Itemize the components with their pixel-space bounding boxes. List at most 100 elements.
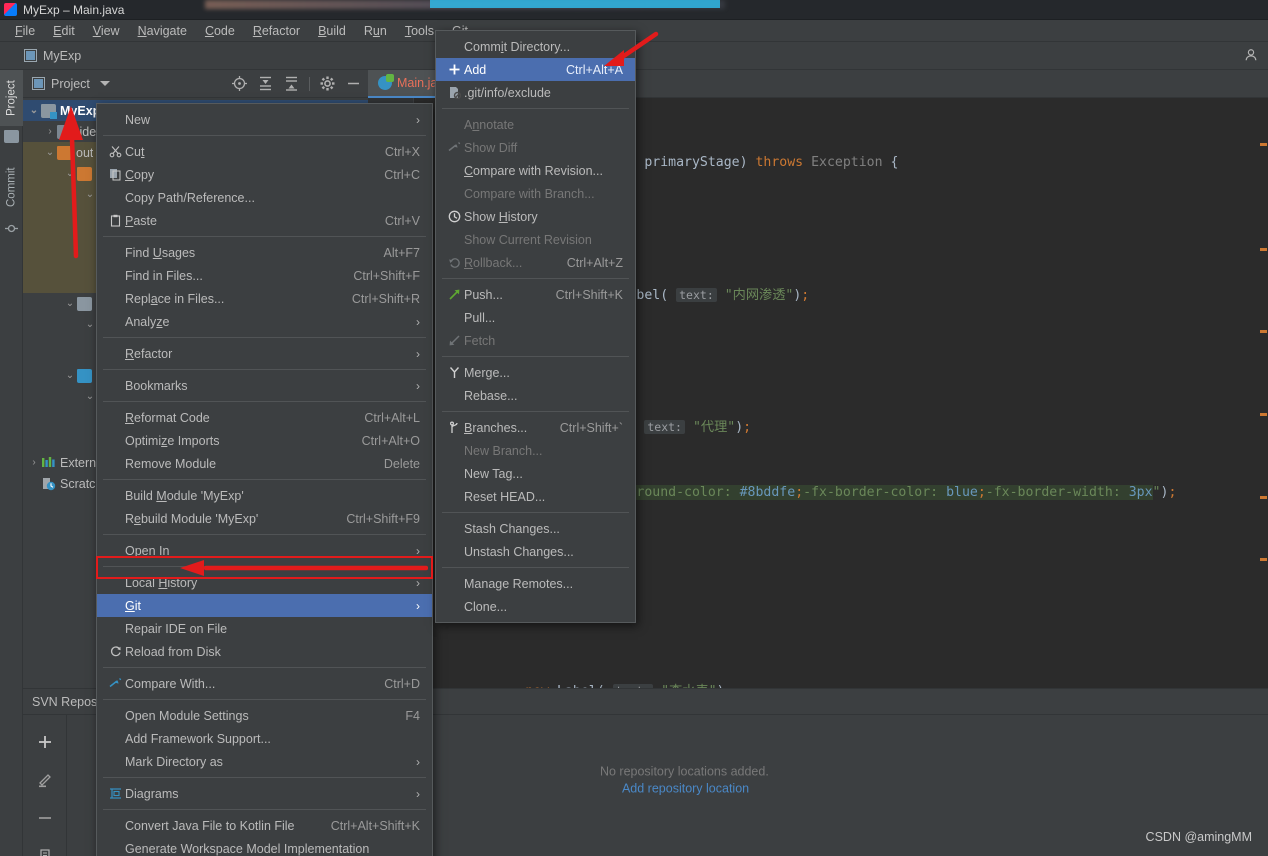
chevron-down-icon[interactable]: ⌄ (83, 319, 97, 330)
menu-separator (103, 401, 426, 402)
out-folder-icon (77, 166, 92, 181)
menu-build[interactable]: Build (309, 22, 355, 40)
menu-item-open-module-settings[interactable]: Open Module Settings F4 (97, 704, 432, 727)
git-menu-item-rebase[interactable]: Rebase... (436, 384, 635, 407)
chevron-down-icon[interactable]: ⌄ (83, 189, 97, 200)
chevron-down-icon[interactable]: ⌄ (27, 105, 41, 116)
menu-item-compare-with[interactable]: Compare With... Ctrl+D (97, 672, 432, 695)
git-menu-item-fetch: Fetch (436, 329, 635, 352)
menu-item-label: New (125, 112, 151, 127)
menu-item-build-module[interactable]: Build Module 'MyExp' (97, 484, 432, 507)
menu-item-paste[interactable]: Paste Ctrl+V (97, 209, 432, 232)
menu-item-cut[interactable]: Cut Ctrl+X (97, 140, 432, 163)
chevron-down-icon[interactable]: ⌄ (63, 370, 77, 381)
svn-edit-button[interactable] (23, 761, 66, 799)
git-menu-item-unstash-changes[interactable]: Unstash Changes... (436, 540, 635, 563)
menu-item-bookmarks[interactable]: Bookmarks › (97, 374, 432, 397)
toolbar-separator (309, 76, 310, 91)
copy-icon (105, 168, 125, 181)
editor-scrollbar[interactable] (1258, 98, 1268, 688)
chevron-down-icon[interactable]: ⌄ (43, 147, 57, 158)
settings-gear-icon[interactable] (319, 75, 336, 92)
menu-item-add-framework-support[interactable]: Add Framework Support... (97, 727, 432, 750)
menu-code[interactable]: Code (196, 22, 244, 40)
menu-item-replace-in-files[interactable]: Replace in Files... Ctrl+Shift+R (97, 287, 432, 310)
menu-item-label: Repair IDE on File (125, 621, 228, 636)
git-menu-item-new-tag[interactable]: New Tag... (436, 462, 635, 485)
git-menu-item-reset-head[interactable]: Reset HEAD... (436, 485, 635, 508)
menu-edit[interactable]: Edit (44, 22, 84, 40)
breadcrumb-project[interactable]: MyExp (43, 49, 81, 63)
menu-item-copy-path-reference[interactable]: Copy Path/Reference... (97, 186, 432, 209)
menu-refactor[interactable]: Refactor (244, 22, 309, 40)
menu-item-refactor[interactable]: Refactor › (97, 342, 432, 365)
menu-item-copy[interactable]: Copy Ctrl+C (97, 163, 432, 186)
account-icon[interactable] (1244, 48, 1258, 62)
menu-item-analyze[interactable]: Analyze › (97, 310, 432, 333)
git-menu-item-commit-directory[interactable]: Commit Directory... (436, 35, 635, 58)
chevron-down-icon[interactable] (99, 81, 110, 86)
menu-view[interactable]: View (84, 22, 129, 40)
menu-file[interactable]: File (6, 22, 44, 40)
menu-separator (103, 369, 426, 370)
folder-icon (57, 124, 72, 139)
git-menu-item-merge[interactable]: Merge... (436, 361, 635, 384)
stripe-button-commit[interactable]: Commit (0, 156, 23, 218)
add-repository-location-link[interactable]: Add repository location (622, 781, 769, 795)
chevron-right-icon[interactable]: › (43, 126, 57, 137)
chevron-right-icon[interactable]: › (27, 457, 41, 468)
menu-item-find-usages[interactable]: Find Usages Alt+F7 (97, 241, 432, 264)
git-menu-item-pull[interactable]: Pull... (436, 306, 635, 329)
stripe-button-project[interactable]: Project (0, 70, 23, 126)
menu-item-generate-workspace-model[interactable]: Generate Workspace Model Implementation (97, 837, 432, 856)
expand-all-icon[interactable] (257, 75, 274, 92)
git-submenu[interactable]: Commit Directory... Add Ctrl+Alt+A .git/… (435, 30, 636, 623)
svn-remove-button[interactable] (23, 799, 66, 837)
locate-icon[interactable] (231, 75, 248, 92)
svn-add-button[interactable] (23, 723, 66, 761)
chevron-right-icon: › (416, 112, 420, 127)
menu-item-label: Rebase... (464, 388, 518, 403)
menu-item-rebuild-module[interactable]: Rebuild Module 'MyExp' Ctrl+Shift+F9 (97, 507, 432, 530)
menu-item-reformat-code[interactable]: Reformat Code Ctrl+Alt+L (97, 406, 432, 429)
menu-item-mark-directory-as[interactable]: Mark Directory as › (97, 750, 432, 773)
menu-item-shortcut: Ctrl+X (384, 144, 420, 159)
git-menu-item-stash-changes[interactable]: Stash Changes... (436, 517, 635, 540)
menu-navigate[interactable]: Navigate (129, 22, 196, 40)
menu-item-diagrams[interactable]: Diagrams › (97, 782, 432, 805)
chevron-down-icon[interactable]: ⌄ (83, 391, 97, 402)
out-folder-icon (57, 145, 72, 160)
chevron-right-icon: › (416, 378, 420, 393)
chevron-down-icon[interactable]: ⌄ (63, 298, 77, 309)
git-menu-item-clone[interactable]: Clone... (436, 595, 635, 618)
menu-item-reload-from-disk[interactable]: Reload from Disk (97, 640, 432, 663)
module-icon (41, 103, 57, 119)
chevron-down-icon[interactable]: ⌄ (63, 168, 77, 179)
menu-item-new[interactable]: New › (97, 108, 432, 131)
collapse-all-icon[interactable] (283, 75, 300, 92)
git-menu-item-git-info-exclude[interactable]: .git/info/exclude (436, 81, 635, 104)
menu-item-optimize-imports[interactable]: Optimize Imports Ctrl+Alt+O (97, 429, 432, 452)
git-menu-item-branches[interactable]: Branches... Ctrl+Shift+` (436, 416, 635, 439)
git-menu-item-show-history[interactable]: Show History (436, 205, 635, 228)
git-menu-item-add[interactable]: Add Ctrl+Alt+A (436, 58, 635, 81)
git-menu-item-compare-with-revision[interactable]: Compare with Revision... (436, 159, 635, 182)
git-menu-item-show-current-revision: Show Current Revision (436, 228, 635, 251)
git-menu-item-manage-remotes[interactable]: Manage Remotes... (436, 572, 635, 595)
svn-copy-button[interactable] (23, 837, 66, 856)
menu-item-repair-ide-on-file[interactable]: Repair IDE on File (97, 617, 432, 640)
menu-item-remove-module[interactable]: Remove Module Delete (97, 452, 432, 475)
menu-item-shortcut: Ctrl+Shift+R (351, 291, 420, 306)
git-menu-item-push[interactable]: Push... Ctrl+Shift+K (436, 283, 635, 306)
menu-run[interactable]: Run (355, 22, 396, 40)
hide-panel-icon[interactable] (345, 75, 362, 92)
menu-item-label: Refactor (125, 346, 173, 361)
menu-item-convert-java-to-kotlin[interactable]: Convert Java File to Kotlin File Ctrl+Al… (97, 814, 432, 837)
chevron-right-icon: › (416, 754, 420, 769)
code-line: new Label( text: "查水表"); (414, 680, 1268, 688)
menu-item-label: Push... (464, 287, 503, 302)
menu-separator (442, 512, 629, 513)
project-context-menu[interactable]: New › Cut Ctrl+X Copy Ctrl+C Copy Path/R… (96, 103, 433, 856)
menu-item-git[interactable]: Git › (97, 594, 432, 617)
menu-item-find-in-files[interactable]: Find in Files... Ctrl+Shift+F (97, 264, 432, 287)
